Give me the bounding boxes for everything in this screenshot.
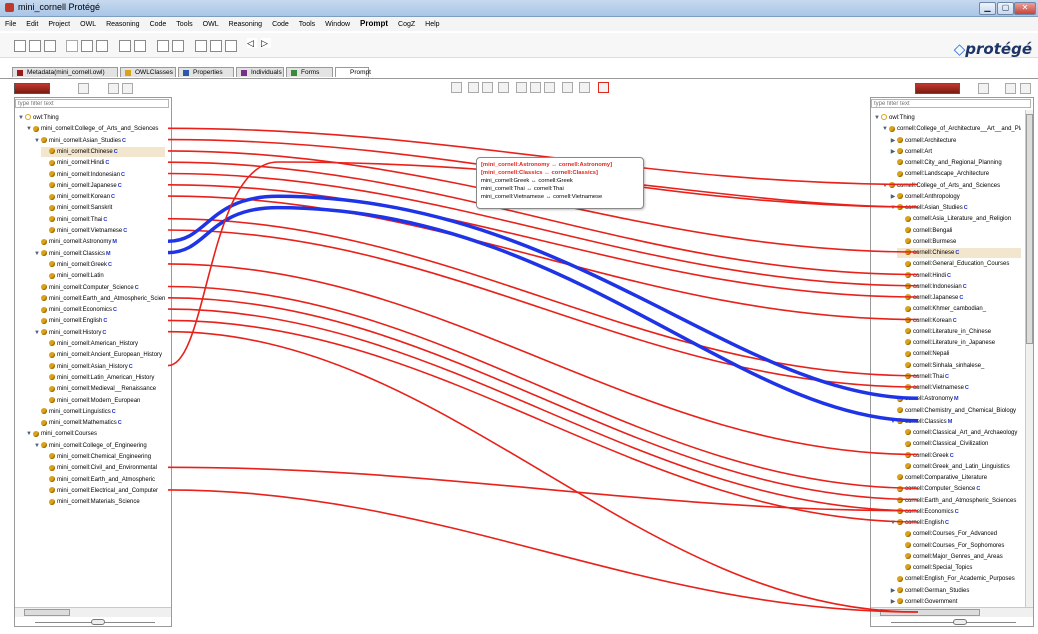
tooltip-line: [mini_cornell:Astronomy ↔ cornell:Astron… — [481, 162, 613, 168]
mapping-line[interactable] — [167, 308, 919, 512]
mapping-tooltip: [mini_cornell:Astronomy ↔ cornell:Astron… — [476, 157, 644, 209]
mapping-lines-canvas — [167, 127, 919, 613]
mapping-line[interactable] — [167, 285, 919, 490]
mapping-line[interactable] — [167, 263, 919, 456]
mapping-line[interactable] — [167, 319, 919, 523]
selected-mapping-line[interactable] — [167, 205, 919, 423]
tooltip-line: mini_cornell:Vietnamese ↔ cornell:Vietna… — [481, 194, 603, 200]
tooltip-line: [mini_cornell:Classics ↔ cornell:Classic… — [481, 170, 598, 176]
mapping-line[interactable] — [167, 195, 919, 321]
tooltip-line: mini_cornell:Greek ↔ cornell:Greek — [481, 178, 573, 184]
tooltip-line: mini_cornell:Thai ↔ cornell:Thai — [481, 186, 564, 192]
